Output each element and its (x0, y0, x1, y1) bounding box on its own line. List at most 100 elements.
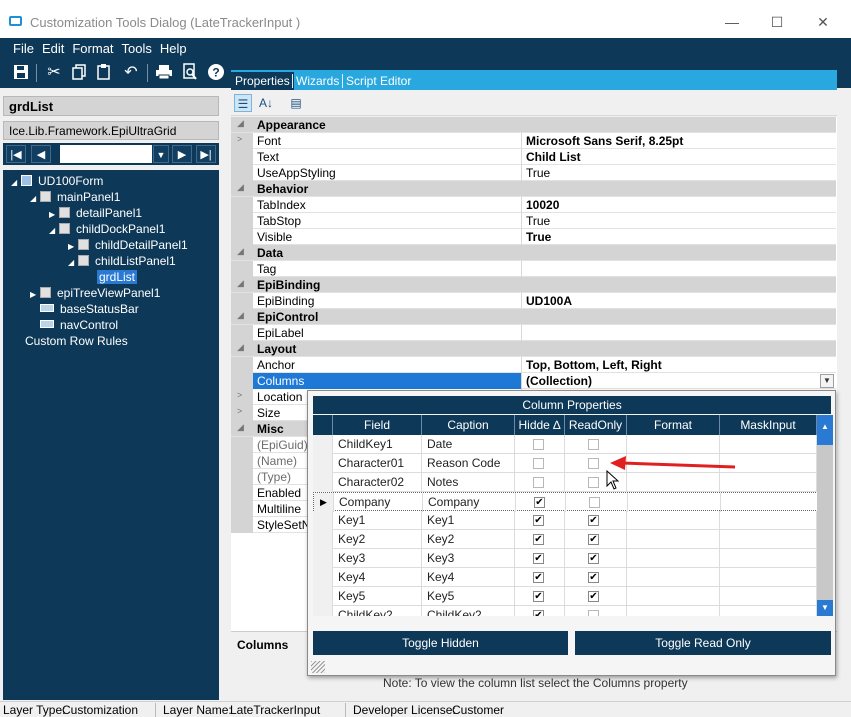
hidden-checkbox[interactable]: ✔ (533, 515, 544, 526)
collapse-icon[interactable]: ◢ (237, 182, 244, 193)
cell-field[interactable]: Key1 (333, 511, 422, 530)
readonly-checkbox[interactable]: ✔ (588, 515, 599, 526)
table-row[interactable]: Key5 Key5 ✔ ✔ (313, 587, 824, 606)
cell-caption[interactable]: Reason Code (422, 454, 515, 473)
expand-icon[interactable]: > (237, 406, 242, 416)
collapse-icon[interactable]: ◢ (237, 310, 244, 321)
scroll-up-icon[interactable]: ▲ (817, 415, 833, 445)
property-row[interactable]: EpiLabel (231, 325, 836, 341)
column-header-readonly[interactable]: ReadOnly (565, 415, 627, 435)
readonly-checkbox[interactable] (589, 497, 600, 508)
menu-edit[interactable]: Edit (38, 38, 68, 56)
hidden-checkbox[interactable]: ✔ (533, 553, 544, 564)
previous-record-icon[interactable]: ◀ (31, 145, 51, 163)
tree-node-childlistpanel1[interactable]: ◢ childListPanel1 (68, 253, 176, 269)
chevron-down-icon[interactable]: ▼ (820, 374, 834, 388)
cell-format[interactable] (627, 568, 720, 587)
readonly-checkbox[interactable] (588, 477, 599, 488)
next-record-icon[interactable]: ▶ (172, 145, 192, 163)
tree-node-epitreeviewpanel1[interactable]: ▶ epiTreeViewPanel1 (30, 285, 160, 301)
category-epicontrol[interactable]: ◢ EpiControl (231, 309, 836, 325)
cell-field[interactable]: Key5 (333, 587, 422, 606)
maximize-icon[interactable]: ☐ (762, 10, 792, 34)
cell-format[interactable] (627, 435, 720, 454)
property-row[interactable]: Tag (231, 261, 836, 277)
table-row[interactable]: ▶ Company Company ✔ (313, 492, 824, 512)
cell-field[interactable]: Key4 (333, 568, 422, 587)
category-data[interactable]: ◢ Data (231, 245, 836, 261)
property-row[interactable]: UseAppStyling True (231, 165, 836, 181)
cell-caption[interactable]: Notes (422, 473, 515, 492)
menu-format[interactable]: Format (68, 38, 117, 56)
row-selector[interactable]: ▶ (314, 493, 334, 512)
category-behavior[interactable]: ◢ Behavior (231, 181, 836, 197)
tree-node-grdlist[interactable]: grdList (97, 269, 339, 397)
cell-format[interactable] (627, 473, 720, 492)
tab-wizards[interactable]: Wizards (292, 72, 343, 90)
row-selector[interactable] (313, 473, 333, 492)
minimize-icon[interactable]: — (717, 10, 747, 34)
property-row-columns[interactable]: Columns (Collection) ▼ (231, 373, 836, 389)
table-row[interactable]: Character01 Reason Code (313, 454, 824, 473)
cell-field[interactable]: Key2 (333, 530, 422, 549)
hidden-checkbox[interactable]: ✔ (534, 497, 545, 508)
table-row[interactable]: Key4 Key4 ✔ ✔ (313, 568, 824, 587)
row-selector[interactable] (313, 454, 333, 473)
tree-node-childdetailpanel1[interactable]: ▶ childDetailPanel1 (68, 237, 188, 253)
close-icon[interactable]: ✕ (808, 10, 838, 34)
cell-caption[interactable]: Company (423, 493, 516, 512)
print-preview-icon[interactable] (180, 63, 200, 83)
hidden-checkbox[interactable]: ✔ (533, 572, 544, 583)
scrollbar-track[interactable] (817, 415, 833, 616)
category-appearance[interactable]: ◢ Appearance (231, 117, 836, 133)
expand-icon[interactable]: > (237, 390, 242, 400)
tree-node-basestatusbar[interactable]: baseStatusBar (40, 301, 139, 317)
expand-icon[interactable]: ▶ (30, 287, 40, 303)
cell-field[interactable]: ChildKey1 (333, 435, 422, 454)
hidden-checkbox[interactable]: ✔ (533, 591, 544, 602)
chevron-down-icon[interactable]: ▼ (153, 145, 169, 163)
cell-maskinput[interactable] (720, 606, 817, 616)
cell-format[interactable] (628, 493, 721, 512)
property-row[interactable]: EpiBinding UD100A (231, 293, 836, 309)
cell-format[interactable] (627, 530, 720, 549)
collapse-icon[interactable]: ◢ (11, 175, 21, 191)
cell-caption[interactable]: Key2 (422, 530, 515, 549)
cell-caption[interactable]: Key4 (422, 568, 515, 587)
cut-icon[interactable]: ✂ (44, 63, 64, 83)
cell-format[interactable] (627, 606, 720, 616)
row-selector[interactable] (313, 435, 333, 454)
cell-maskinput[interactable] (720, 587, 817, 606)
row-selector[interactable] (313, 511, 333, 530)
readonly-checkbox[interactable] (588, 458, 599, 469)
cell-caption[interactable]: Key5 (422, 587, 515, 606)
column-header-hidden[interactable]: Hidde ∆ (515, 415, 565, 435)
tree-node-detailpanel1[interactable]: ▶ detailPanel1 (49, 205, 142, 221)
save-icon[interactable] (11, 63, 31, 83)
tree-node-mainpanel1[interactable]: ◢ mainPanel1 (30, 189, 120, 205)
row-selector[interactable] (313, 587, 333, 606)
tree-node-navcontrol[interactable]: navControl (40, 317, 118, 333)
table-row[interactable]: Key2 Key2 ✔ ✔ (313, 530, 824, 549)
row-selector[interactable] (313, 606, 333, 616)
property-row[interactable]: Visible True (231, 229, 836, 245)
table-row[interactable]: Character02 Notes (313, 473, 824, 492)
property-row[interactable]: TabIndex 10020 (231, 197, 836, 213)
column-header-caption[interactable]: Caption (422, 415, 515, 435)
category-layout[interactable]: ◢ Layout (231, 341, 836, 357)
print-icon[interactable] (154, 63, 174, 83)
row-selector[interactable] (313, 568, 333, 587)
hidden-checkbox[interactable] (533, 477, 544, 488)
toggle-hidden-button[interactable]: Toggle Hidden (313, 631, 568, 655)
cell-caption[interactable]: Key1 (422, 511, 515, 530)
table-row[interactable]: ChildKey1 Date (313, 435, 824, 454)
column-header-format[interactable]: Format (627, 415, 720, 435)
cell-field[interactable]: Key3 (333, 549, 422, 568)
property-row[interactable]: TabStop True (231, 213, 836, 229)
row-selector[interactable] (313, 530, 333, 549)
hidden-checkbox[interactable]: ✔ (533, 610, 544, 616)
collapse-icon[interactable]: ◢ (237, 278, 244, 289)
help-icon[interactable]: ? (206, 63, 226, 83)
category-epibinding[interactable]: ◢ EpiBinding (231, 277, 836, 293)
menu-help[interactable]: Help (156, 38, 191, 56)
